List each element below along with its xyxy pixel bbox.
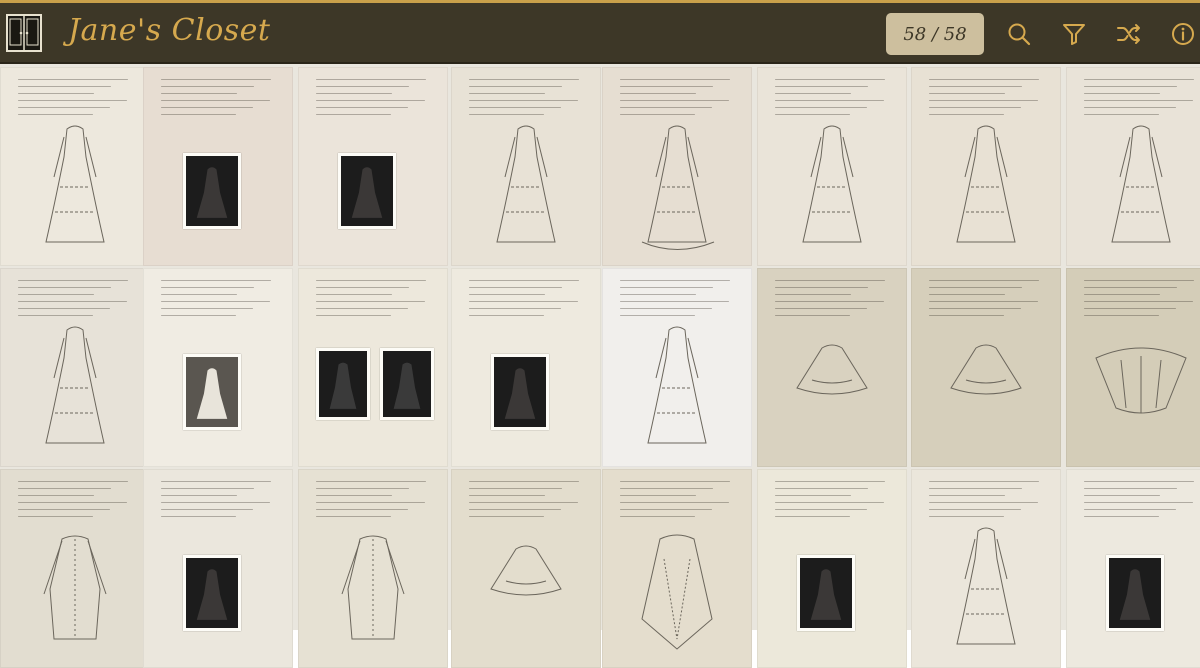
garment-sketch <box>45 326 105 444</box>
garment-sketch <box>647 326 707 444</box>
garment-photo <box>316 348 370 420</box>
garment-photo <box>797 555 855 631</box>
garment-photo <box>338 153 396 229</box>
catalog-card[interactable] <box>0 67 150 266</box>
catalog-card[interactable] <box>451 469 601 668</box>
catalog-card[interactable] <box>143 67 293 266</box>
catalog-card[interactable] <box>298 67 448 266</box>
shuffle-icon[interactable] <box>1116 21 1142 47</box>
garment-photo <box>1106 555 1164 631</box>
app-title[interactable]: Jane's Closet <box>68 13 270 48</box>
item-counter: 58 / 58 <box>886 13 984 55</box>
garment-sketch <box>641 534 713 650</box>
catalog-card[interactable] <box>298 268 448 467</box>
garment-sketch <box>956 527 1016 645</box>
catalog-card[interactable] <box>602 469 752 668</box>
catalog-card[interactable] <box>143 268 293 467</box>
catalog-card[interactable] <box>1066 67 1200 266</box>
catalog-card[interactable] <box>757 469 907 668</box>
garment-photo <box>380 348 434 420</box>
catalog-card[interactable] <box>451 268 601 467</box>
catalog-card[interactable] <box>1066 469 1200 668</box>
catalog-card[interactable] <box>757 268 907 467</box>
catalog-card[interactable] <box>602 268 752 467</box>
garment-sketch <box>1111 125 1171 243</box>
garment-photo <box>183 555 241 631</box>
catalog-card[interactable] <box>911 469 1061 668</box>
garment-sketch <box>45 125 105 243</box>
garment-sketch <box>802 125 862 243</box>
info-icon[interactable] <box>1170 21 1196 47</box>
filter-icon[interactable] <box>1061 21 1087 47</box>
catalog-card[interactable] <box>298 469 448 668</box>
catalog-card[interactable] <box>451 67 601 266</box>
catalog-card[interactable] <box>0 268 150 467</box>
garment-sketch <box>956 125 1016 243</box>
catalog-card[interactable] <box>143 469 293 668</box>
catalog-card[interactable] <box>1066 268 1200 467</box>
garment-photo <box>183 153 241 229</box>
catalog-card[interactable] <box>0 469 150 668</box>
garment-sketch <box>496 125 556 243</box>
catalog-card[interactable] <box>911 67 1061 266</box>
garment-sketch <box>1095 347 1187 414</box>
catalog-card[interactable] <box>757 67 907 266</box>
search-icon[interactable] <box>1006 21 1032 47</box>
catalog-card[interactable] <box>602 67 752 266</box>
garment-photo <box>183 354 241 430</box>
wardrobe-logo-icon[interactable] <box>6 13 42 53</box>
garment-sketch <box>950 344 1022 395</box>
catalog-gallery <box>0 64 1200 668</box>
garment-sketch <box>341 535 405 640</box>
garment-sketch <box>641 125 715 250</box>
catalog-card[interactable] <box>911 268 1061 467</box>
garment-sketch <box>796 344 868 395</box>
garment-sketch <box>43 535 107 640</box>
garment-sketch <box>490 545 562 596</box>
garment-photo <box>491 354 549 430</box>
app-header: Jane's Closet 58 / 58 <box>0 0 1200 64</box>
